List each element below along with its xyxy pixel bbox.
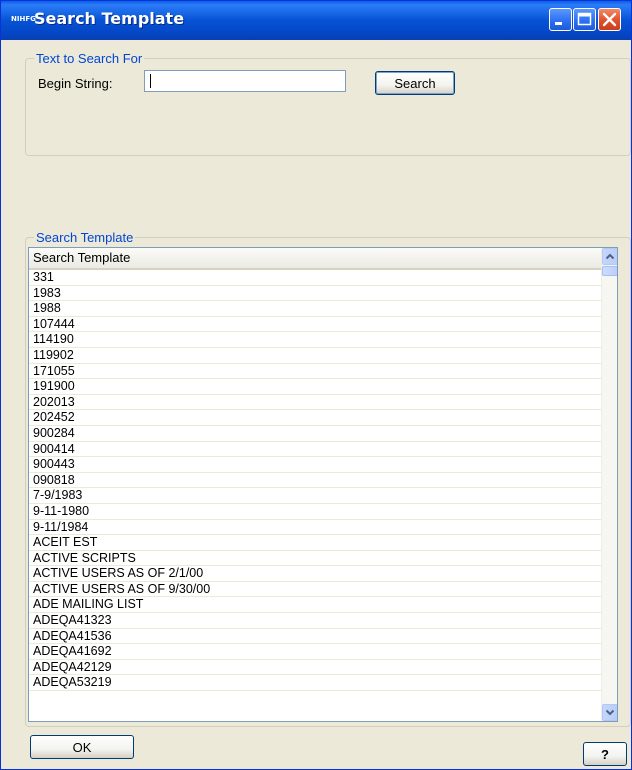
list-item[interactable]: ACTIVE SCRIPTS <box>29 551 601 567</box>
list-item[interactable]: ADEQA41536 <box>29 629 601 645</box>
template-rows: 331 1983 1988 107444 114190 119902 17105… <box>29 270 601 692</box>
help-button[interactable]: ? <box>583 742 627 766</box>
begin-string-input[interactable] <box>144 70 346 92</box>
text-caret <box>150 74 151 88</box>
chevron-down-icon <box>605 709 615 716</box>
list-item[interactable]: 1988 <box>29 301 601 317</box>
scroll-thumb[interactable] <box>602 266 617 276</box>
close-button[interactable] <box>598 8 621 31</box>
list-item[interactable]: 9-11/1984 <box>29 520 601 536</box>
list-item[interactable]: 114190 <box>29 332 601 348</box>
list-item[interactable]: 202013 <box>29 395 601 411</box>
list-item[interactable]: 331 <box>29 270 601 286</box>
list-item[interactable]: 900414 <box>29 442 601 458</box>
list-item[interactable]: 1983 <box>29 286 601 302</box>
search-results-legend: Search Template <box>34 230 136 245</box>
list-item[interactable]: 9-11-1980 <box>29 504 601 520</box>
search-button[interactable]: Search <box>375 71 455 95</box>
close-icon <box>602 12 617 27</box>
list-item[interactable]: ACTIVE USERS AS OF 9/30/00 <box>29 582 601 598</box>
scroll-up-button[interactable] <box>602 248 617 265</box>
vertical-scrollbar[interactable] <box>601 248 617 721</box>
list-item[interactable]: ADEQA41323 <box>29 613 601 629</box>
list-item[interactable]: ADEQA42129 <box>29 660 601 676</box>
list-item[interactable]: 191900 <box>29 379 601 395</box>
list-item[interactable]: 900443 <box>29 457 601 473</box>
app-icon: NIHFG <box>11 15 36 23</box>
maximize-button[interactable] <box>573 8 596 31</box>
window-title: Search Template <box>34 9 185 28</box>
scroll-down-button[interactable] <box>602 704 617 721</box>
minimize-button[interactable] <box>549 8 572 31</box>
list-item[interactable]: 900284 <box>29 426 601 442</box>
chevron-up-icon <box>605 253 615 260</box>
list-item[interactable]: 7-9/1983 <box>29 488 601 504</box>
list-item[interactable]: 171055 <box>29 364 601 380</box>
template-list[interactable]: Search Template 331 1983 1988 107444 114… <box>28 247 618 722</box>
column-header-search-template[interactable]: Search Template <box>29 248 601 270</box>
list-item[interactable]: 119902 <box>29 348 601 364</box>
list-item[interactable]: 202452 <box>29 410 601 426</box>
list-item[interactable]: ADE MAILING LIST <box>29 597 601 614</box>
list-item[interactable]: 090818 <box>29 473 601 489</box>
title-bar[interactable]: NIHFG Search Template <box>1 1 631 40</box>
begin-string-label: Begin String: <box>38 76 113 91</box>
list-item[interactable]: 107444 <box>29 317 601 333</box>
search-criteria-legend: Text to Search For <box>34 51 145 66</box>
list-item[interactable]: ADEQA53219 <box>29 675 601 692</box>
minimize-icon <box>555 22 562 25</box>
search-template-window: NIHFG Search Template Text to Search For… <box>0 0 632 770</box>
list-item[interactable]: ADEQA41692 <box>29 644 601 660</box>
list-item[interactable]: ACEIT EST <box>29 535 601 551</box>
maximize-icon <box>577 12 592 26</box>
ok-button[interactable]: OK <box>30 735 134 759</box>
list-item[interactable]: ACTIVE USERS AS OF 2/1/00 <box>29 566 601 582</box>
